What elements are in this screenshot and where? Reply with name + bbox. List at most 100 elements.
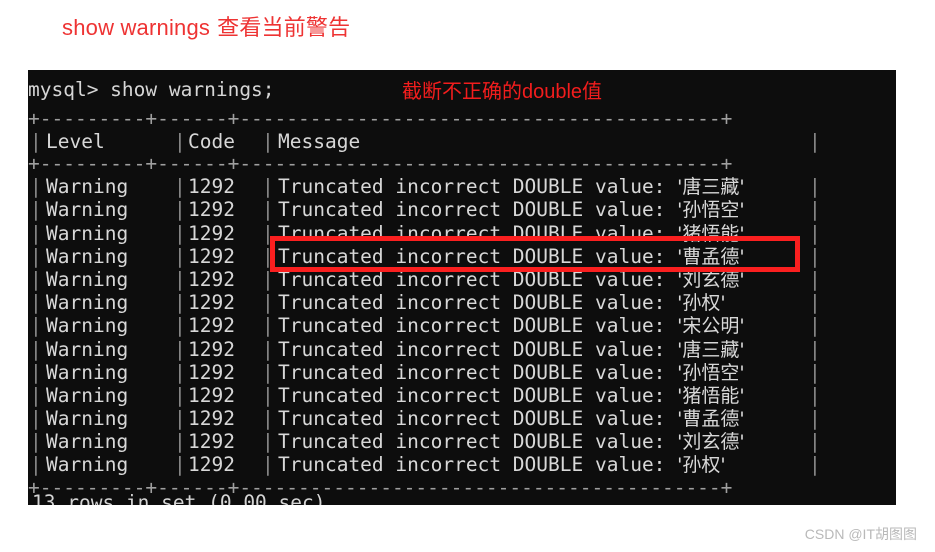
border-bar: | <box>30 360 42 384</box>
cell-message-value: '猪悟能' <box>677 384 745 407</box>
table-row: | Warning | 1292 | Truncated incorrect DOUBLE… <box>28 222 896 245</box>
cell-message: Truncated incorrect DOUBLE value: '刘玄德' <box>278 430 745 454</box>
border-bar: | <box>30 221 42 245</box>
table-row: | Warning | 1292 | Truncated incorrect DOUBLE… <box>28 338 896 361</box>
border-bar: | <box>809 360 821 384</box>
border-bar: | <box>262 314 274 338</box>
border-bar: | <box>809 407 821 431</box>
cell-message-value: '孙权' <box>677 292 726 315</box>
cell-code: 1292 <box>188 267 235 291</box>
cell-message-value: '孙悟空' <box>677 361 745 384</box>
border-bar: | <box>174 130 186 153</box>
mysql-prompt-line: mysql> show warnings; <box>28 78 275 101</box>
terminal-window[interactable]: mysql> show warnings; 截断不正确的double值 +---… <box>28 70 896 505</box>
border-bar: | <box>30 383 42 407</box>
border-bar: | <box>174 430 186 454</box>
cell-message-value: '孙权' <box>677 454 726 477</box>
border-bar: | <box>809 130 821 153</box>
border-bar: | <box>262 244 274 268</box>
cell-level: Warning <box>46 383 129 407</box>
border-bar: | <box>30 130 42 153</box>
cell-level: Warning <box>46 337 129 361</box>
cell-level: Warning <box>46 407 129 431</box>
cell-message-value: '唐三藏' <box>677 176 745 199</box>
border-bar: | <box>262 198 274 222</box>
border-bar: | <box>30 244 42 268</box>
border-bar: | <box>30 198 42 222</box>
cell-level: Warning <box>46 267 129 291</box>
border-bar: | <box>809 453 821 477</box>
cell-message: Truncated incorrect DOUBLE value: '猪悟能' <box>278 222 745 246</box>
border-bar: | <box>262 175 274 199</box>
cell-level: Warning <box>46 430 129 454</box>
border-bar: | <box>262 267 274 291</box>
cell-message-text: Truncated incorrect DOUBLE value: <box>278 244 678 268</box>
cell-message-text: Truncated incorrect DOUBLE value: <box>278 267 678 291</box>
cell-message-value: '孙悟空' <box>677 199 745 222</box>
table-row: | Warning | 1292 | Truncated incorrect DOUBLE… <box>28 384 896 407</box>
table-row: | Warning | 1292 | Truncated incorrect DOUBLE… <box>28 430 896 453</box>
border-bar: | <box>262 337 274 361</box>
table-row: | Warning | 1292 | Truncated incorrect DOUBLE… <box>28 314 896 337</box>
cell-message: Truncated incorrect DOUBLE value: '刘玄德' <box>278 268 745 292</box>
border-bar: | <box>262 430 274 454</box>
cell-message-value: '曹孟德' <box>677 245 745 268</box>
cell-message-text: Truncated incorrect DOUBLE value: <box>278 198 678 222</box>
border-bar: | <box>174 453 186 477</box>
cell-level: Warning <box>46 198 129 222</box>
cell-message-text: Truncated incorrect DOUBLE value: <box>278 453 678 477</box>
cell-code: 1292 <box>188 453 235 477</box>
border-bar: | <box>30 430 42 454</box>
page-title-command: show warnings <box>62 15 211 40</box>
border-bar: | <box>809 430 821 454</box>
cell-message: Truncated incorrect DOUBLE value: '唐三藏' <box>278 175 745 199</box>
border-bar: | <box>174 198 186 222</box>
cell-code: 1292 <box>188 314 235 338</box>
table-rule-top: +---------+------+----------------------… <box>28 107 733 130</box>
cell-message: Truncated incorrect DOUBLE value: '宋公明' <box>278 314 745 338</box>
table-row: | Warning | 1292 | Truncated incorrect DOUBLE… <box>28 245 896 268</box>
cell-code: 1292 <box>188 430 235 454</box>
border-bar: | <box>30 267 42 291</box>
border-bar: | <box>262 221 274 245</box>
border-bar: | <box>262 453 274 477</box>
cell-message: Truncated incorrect DOUBLE value: '孙权' <box>278 453 726 477</box>
prompt-row: mysql> show warnings; 截断不正确的double值 <box>28 70 896 106</box>
cell-level: Warning <box>46 453 129 477</box>
column-header-message: Message <box>278 130 361 153</box>
cell-message-value: '猪悟能' <box>677 222 745 245</box>
watermark: CSDN @IT胡图图 <box>804 526 917 542</box>
cell-message-text: Truncated incorrect DOUBLE value: <box>278 407 678 431</box>
table-row: | Warning | 1292 | Truncated incorrect DOUBLE… <box>28 453 896 476</box>
cell-message-text: Truncated incorrect DOUBLE value: <box>278 430 678 454</box>
border-bar: | <box>174 337 186 361</box>
cell-message-text: Truncated incorrect DOUBLE value: <box>278 221 678 245</box>
cell-code: 1292 <box>188 360 235 384</box>
cell-message-text: Truncated incorrect DOUBLE value: <box>278 291 678 315</box>
result-summary-line: 13 rows in set (0.00 sec) <box>32 491 326 505</box>
cell-code: 1292 <box>188 198 235 222</box>
page-title: show warnings 查看当前警告 <box>62 10 350 42</box>
border-bar: | <box>809 175 821 199</box>
border-bar: | <box>262 360 274 384</box>
cell-message: Truncated incorrect DOUBLE value: '孙悟空' <box>278 198 745 222</box>
cell-code: 1292 <box>188 407 235 431</box>
border-bar: | <box>809 221 821 245</box>
border-bar: | <box>809 198 821 222</box>
table-body: | Warning | 1292 | Truncated incorrect DOUBLE… <box>28 175 896 476</box>
border-bar: | <box>30 407 42 431</box>
cell-message: Truncated incorrect DOUBLE value: '曹孟德' <box>278 407 745 431</box>
border-bar: | <box>174 383 186 407</box>
border-bar: | <box>262 291 274 315</box>
cell-message-value: '刘玄德' <box>677 268 745 291</box>
cell-code: 1292 <box>188 175 235 199</box>
border-bar: | <box>809 314 821 338</box>
border-bar: | <box>174 175 186 199</box>
cell-message-text: Truncated incorrect DOUBLE value: <box>278 360 678 384</box>
cell-code: 1292 <box>188 337 235 361</box>
border-bar: | <box>30 314 42 338</box>
border-bar: | <box>30 175 42 199</box>
column-header-code: Code <box>188 130 235 153</box>
cell-message: Truncated incorrect DOUBLE value: '猪悟能' <box>278 384 745 408</box>
border-bar: | <box>174 314 186 338</box>
